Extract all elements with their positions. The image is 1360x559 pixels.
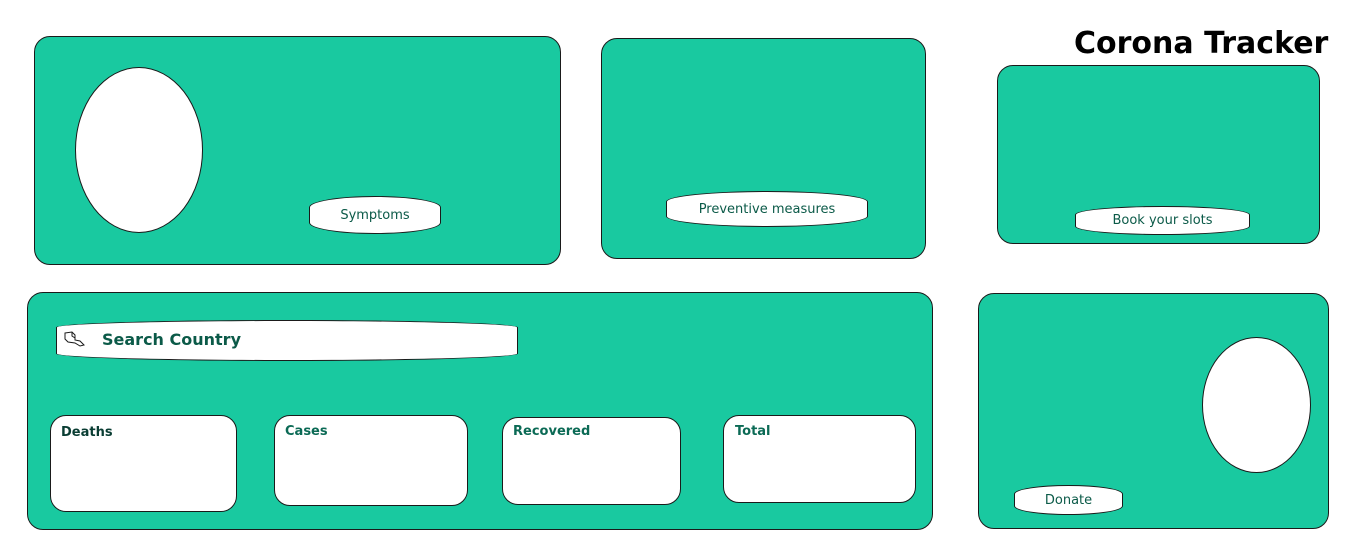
search-country-input[interactable]: Search Country (56, 320, 518, 361)
search-country-label: Search Country (102, 330, 241, 349)
symptoms-card: Symptoms (34, 36, 561, 265)
donate-image-placeholder (1202, 337, 1311, 473)
preventive-card: Preventive measures (601, 38, 926, 259)
stat-recovered-label: Recovered (513, 424, 591, 439)
search-icon (63, 330, 87, 350)
book-slots-button-label: Book your slots (1112, 213, 1213, 228)
stat-recovered: Recovered (502, 417, 681, 505)
symptoms-button[interactable]: Symptoms (309, 196, 441, 234)
stat-deaths-label: Deaths (61, 425, 113, 440)
symptoms-image-placeholder (75, 67, 203, 233)
stat-total-label: Total (735, 424, 771, 439)
stat-deaths: Deaths (50, 415, 237, 512)
page: Corona Tracker Symptoms Preventive measu… (0, 0, 1360, 559)
donate-card: Donate (978, 293, 1329, 529)
page-title: Corona Tracker (1074, 26, 1329, 61)
stat-total: Total (723, 415, 916, 503)
book-slots-card: Book your slots (997, 65, 1320, 244)
stat-cases-label: Cases (285, 424, 328, 439)
donate-button[interactable]: Donate (1014, 485, 1123, 515)
symptoms-button-label: Symptoms (340, 207, 410, 223)
preventive-measures-button[interactable]: Preventive measures (666, 191, 868, 227)
stat-cases: Cases (274, 415, 468, 506)
donate-button-label: Donate (1044, 492, 1093, 508)
book-slots-button[interactable]: Book your slots (1075, 206, 1250, 235)
preventive-measures-button-label: Preventive measures (698, 201, 836, 217)
